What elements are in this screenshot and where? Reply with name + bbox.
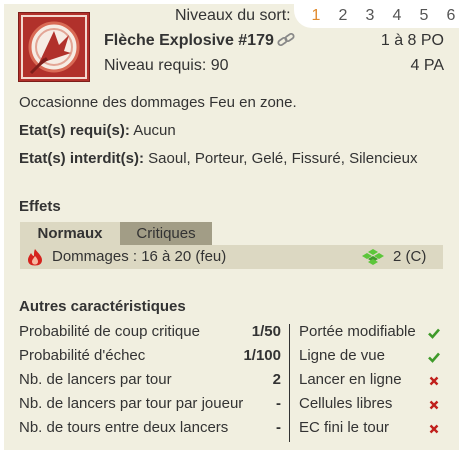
property-label: Ligne de vue <box>299 347 385 364</box>
check-icon <box>427 350 441 364</box>
level-6[interactable]: 6 <box>443 7 459 25</box>
required-states-label: Etat(s) requi(s): <box>19 122 130 139</box>
tab-critiques[interactable]: Critiques <box>120 222 212 245</box>
characteristic-value: - <box>276 395 281 412</box>
cross-icon <box>427 398 441 412</box>
characteristic-value: 1/100 <box>243 347 281 364</box>
cross-icon <box>427 422 441 436</box>
characteristic-label: Nb. de lancers par tour <box>19 371 172 388</box>
level-1[interactable]: 1 <box>308 7 324 25</box>
fire-icon <box>25 248 45 266</box>
spell-description: Occasionne des dommages Feu en zone. <box>19 94 297 111</box>
characteristic-row: Probabilité de coup critique 1/50 Portée… <box>19 321 444 345</box>
characteristic-label: Probabilité de coup critique <box>19 323 200 340</box>
effects-title: Effets <box>19 198 61 215</box>
property-label: Cellules libres <box>299 395 393 412</box>
column-divider <box>289 324 290 442</box>
link-icon[interactable] <box>277 32 295 48</box>
zone-icon <box>360 249 386 265</box>
characteristic-row: Nb. de lancers par tour 2 Lancer en lign… <box>19 369 444 393</box>
level-2[interactable]: 2 <box>335 7 351 25</box>
effect-row: Dommages : 16 à 20 (feu) 2 (C) <box>20 245 443 269</box>
characteristics-title: Autres caractéristiques <box>19 298 186 315</box>
effect-damage-text: Dommages : 16 à 20 (feu) <box>52 248 227 265</box>
levels-label: Niveaux du sort: <box>175 7 291 24</box>
characteristic-row: Nb. de tours entre deux lancers - EC fin… <box>19 417 444 441</box>
forbidden-states-label: Etat(s) interdit(s): <box>19 150 144 167</box>
level-3[interactable]: 3 <box>362 7 378 25</box>
spell-name: Flèche Explosive #179 <box>104 32 274 49</box>
required-states: Etat(s) requi(s): Aucun <box>19 122 176 139</box>
characteristic-value: 2 <box>272 371 281 388</box>
forbidden-states-value: Saoul, Porteur, Gelé, Fissuré, Silencieu… <box>148 150 418 167</box>
characteristic-value: 1/50 <box>251 323 281 340</box>
property-label: Portée modifiable <box>299 323 416 340</box>
characteristic-row: Probabilité d'échec 1/100 Ligne de vue <box>19 345 444 369</box>
property-label: EC fini le tour <box>299 419 390 436</box>
characteristic-label: Nb. de tours entre deux lancers <box>19 419 229 436</box>
forbidden-states: Etat(s) interdit(s): Saoul, Porteur, Gel… <box>19 150 417 167</box>
check-icon <box>427 326 441 340</box>
tab-normaux[interactable]: Normaux <box>20 222 120 245</box>
level-4[interactable]: 4 <box>389 7 405 25</box>
characteristic-row: Nb. de lancers par tour par joueur - Cel… <box>19 393 444 417</box>
level-5[interactable]: 5 <box>416 7 432 25</box>
explosive-arrow-icon <box>18 12 90 82</box>
characteristic-label: Nb. de lancers par tour par joueur <box>19 395 244 412</box>
characteristic-value: - <box>276 419 281 436</box>
property-label: Lancer en ligne <box>299 371 402 388</box>
characteristics-table: Probabilité de coup critique 1/50 Portée… <box>19 321 444 441</box>
spell-range: 1 à 8 PO <box>380 32 444 49</box>
cross-icon <box>427 374 441 388</box>
characteristic-label: Probabilité d'échec <box>19 347 146 364</box>
required-level: Niveau requis: 90 <box>104 57 229 74</box>
required-states-value: Aucun <box>133 122 176 139</box>
effect-zone: 2 (C) <box>393 248 427 265</box>
spell-cost: 4 PA <box>410 57 445 74</box>
